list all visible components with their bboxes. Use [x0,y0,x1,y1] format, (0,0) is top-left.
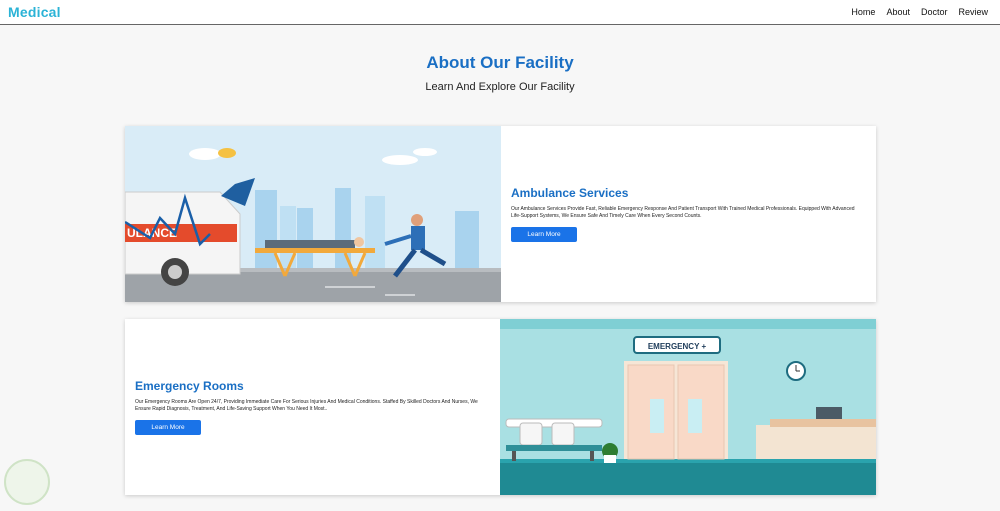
ambulance-illustration: ULANCE [125,126,501,302]
emergency-text: Emergency Rooms Our Emergency Rooms Are … [125,319,500,495]
emergency-sign-label: EMERGENCY + [648,342,707,351]
section-header: About Our Facility Learn And Explore Our… [0,53,1000,93]
emergency-learn-more-button[interactable]: Learn More [135,420,201,435]
emergency-title: Emergency Rooms [135,379,244,393]
ambulance-card: ULANCE Ambulance Services Our Ambulance … [125,126,876,302]
ambulance-title: Ambulance Services [511,186,629,200]
nav-links: Home About Doctor Review [851,7,988,17]
section-title: About Our Facility [426,53,574,72]
emergency-description: Our Emergency Rooms Are Open 24/7, Provi… [135,399,478,412]
section-subtitle: Learn And Explore Our Facility [425,81,575,93]
brand-logo[interactable]: Medical [8,4,61,20]
emergency-room-illustration: EMERGENCY + [500,319,876,495]
nav-about-link[interactable]: About [886,7,910,17]
emergency-card: Emergency Rooms Our Emergency Rooms Are … [125,319,876,495]
ambulance-description: Our Ambulance Services Provide Fast, Rel… [511,206,855,219]
nav-review-link[interactable]: Review [958,7,988,17]
ambulance-learn-more-button[interactable]: Learn More [511,227,577,242]
nav-home-link[interactable]: Home [851,7,875,17]
shield-watermark-icon [4,459,50,505]
ambulance-text: Ambulance Services Our Ambulance Service… [501,126,876,302]
navbar: Medical Home About Doctor Review [0,0,1000,25]
nav-doctor-link[interactable]: Doctor [921,7,948,17]
